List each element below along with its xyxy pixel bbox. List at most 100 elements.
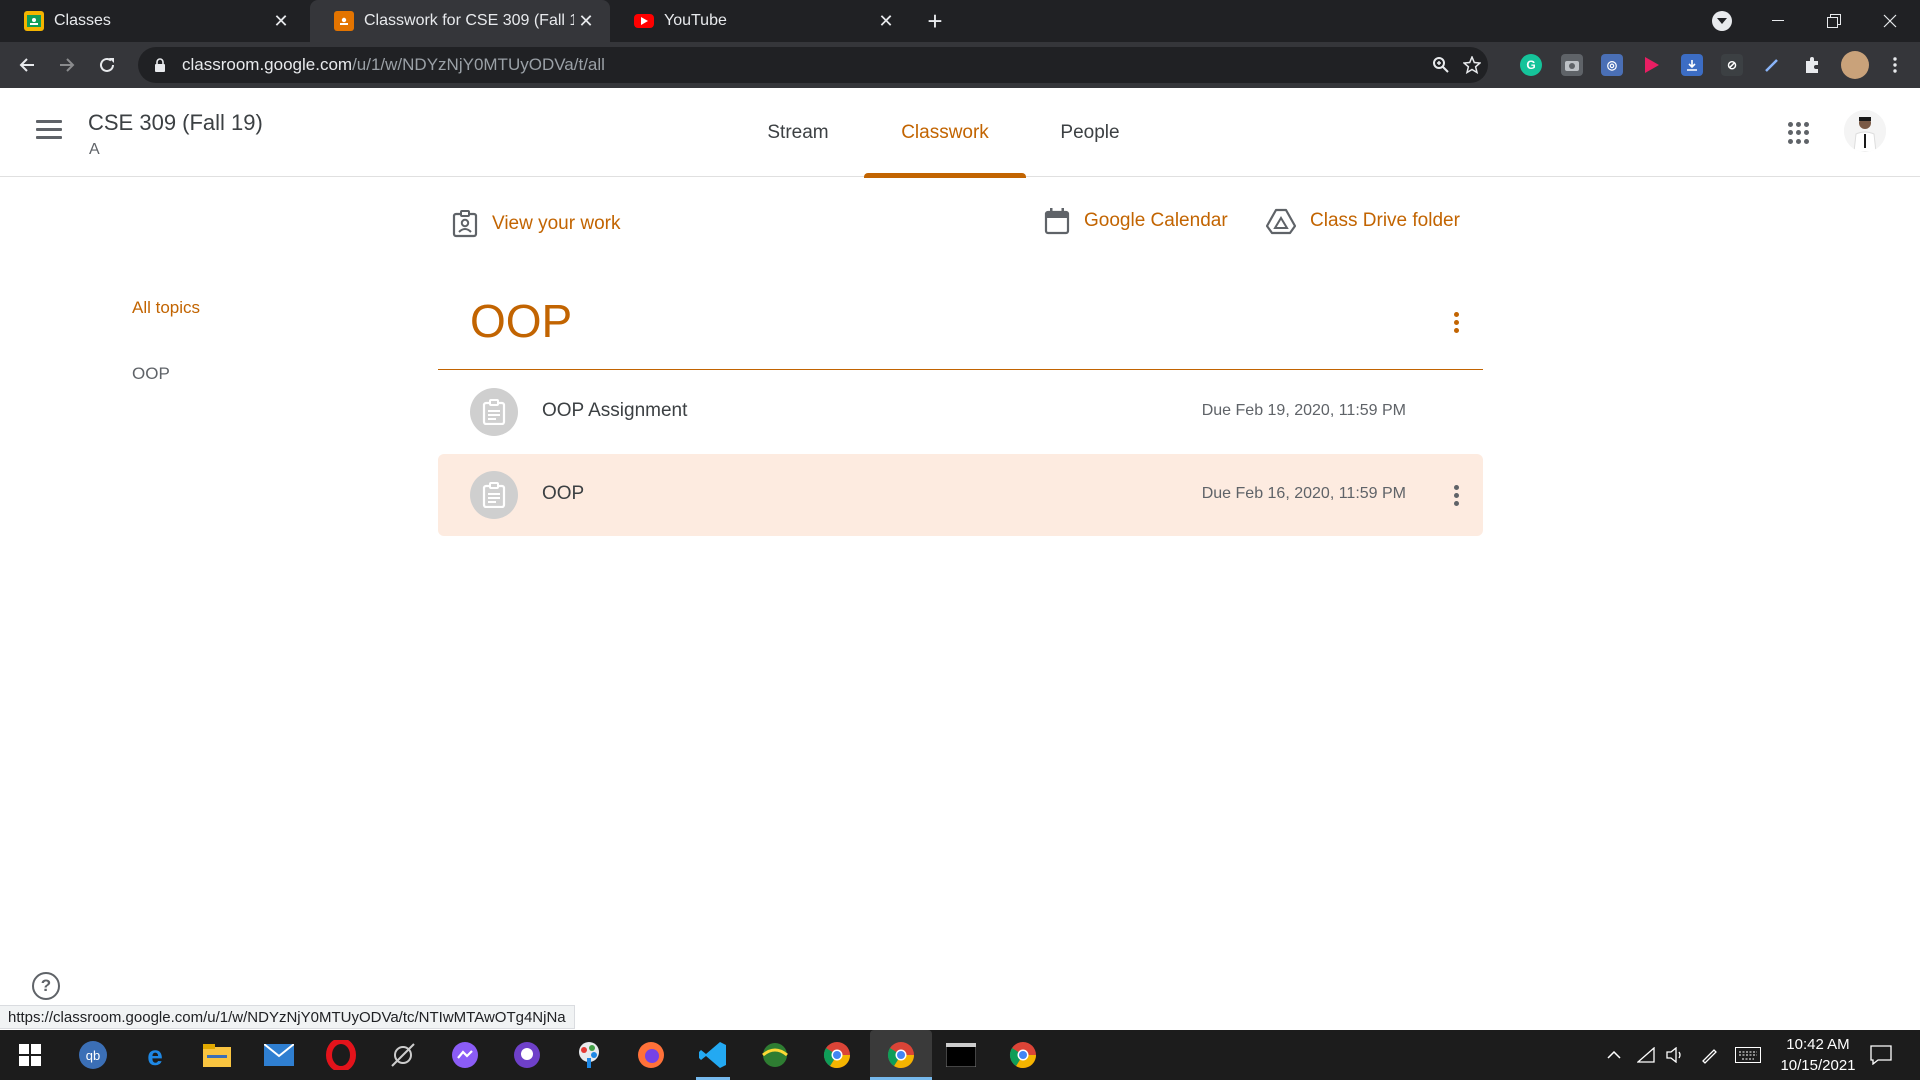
back-icon[interactable] (11, 49, 43, 81)
calendar-icon (1044, 208, 1070, 235)
tab-search-icon[interactable] (1712, 11, 1732, 31)
browser-tab-classes[interactable]: Classes ✕ (0, 0, 305, 42)
vscode-icon[interactable] (696, 1030, 730, 1080)
topic-title: OOP (470, 295, 573, 347)
tab-classwork[interactable]: Classwork (864, 88, 1026, 178)
view-your-work-label: View your work (492, 213, 621, 234)
address-bar[interactable]: classroom.google.com/u/1/w/NDYzNjY0MTUyO… (138, 47, 1488, 83)
network-icon[interactable] (1634, 1030, 1658, 1080)
main-menu-icon[interactable] (36, 120, 62, 140)
satellite-app-icon[interactable] (386, 1038, 420, 1072)
assignment-title[interactable]: OOP Assignment (542, 400, 687, 422)
youtube-favicon-icon (634, 14, 654, 28)
play-extension-icon[interactable] (1641, 54, 1663, 76)
url-text: classroom.google.com/u/1/w/NDYzNjY0MTUyO… (182, 55, 605, 74)
opera-icon[interactable] (324, 1038, 358, 1072)
extension-icon[interactable]: ⊘ (1721, 54, 1743, 76)
chrome-icon[interactable] (820, 1038, 854, 1072)
edge-browser-icon[interactable]: e (138, 1038, 172, 1072)
browser-tab-bar: Classes ✕ Classwork for CSE 309 (Fall 19… (0, 0, 1920, 42)
system-clock[interactable]: 10:42 AM 10/15/2021 (1768, 1034, 1868, 1076)
bookmark-star-icon[interactable] (1462, 55, 1482, 75)
camera-extension-icon[interactable] (1561, 54, 1583, 76)
windows-start-icon[interactable] (13, 1038, 47, 1072)
classroom-header: CSE 309 (Fall 19) A Stream Classwork Peo… (0, 88, 1920, 178)
messenger-icon[interactable] (448, 1038, 482, 1072)
topic-more-options-icon[interactable] (1444, 310, 1468, 334)
terminal-icon[interactable] (944, 1038, 978, 1072)
list-item[interactable]: OOP Due Feb 16, 2020, 11:59 PM (438, 454, 1483, 536)
browser-tab-youtube[interactable]: YouTube ✕ (610, 0, 910, 42)
svg-text:qb: qb (86, 1048, 100, 1063)
classroom-favicon-icon (334, 11, 354, 31)
sidebar-item-oop[interactable]: OOP (132, 364, 170, 384)
volume-icon[interactable] (1663, 1030, 1687, 1080)
extension-icon[interactable]: ◎ (1601, 54, 1623, 76)
clock-time: 10:42 AM (1786, 1036, 1850, 1053)
chrome-active-icon[interactable] (870, 1030, 932, 1080)
tab-title: Classwork for CSE 309 (Fall 19) A (364, 12, 574, 29)
google-drive-icon (1266, 208, 1296, 235)
tab-stream[interactable]: Stream (748, 88, 848, 177)
classroom-favicon-icon (24, 11, 44, 31)
file-explorer-icon[interactable] (200, 1038, 234, 1072)
notifications-icon[interactable] (1866, 1030, 1896, 1080)
help-icon[interactable]: ? (32, 972, 60, 1000)
window-close-icon[interactable] (1862, 0, 1918, 42)
tab-people[interactable]: People (1049, 88, 1131, 177)
pen-workspace-icon[interactable] (1697, 1030, 1721, 1080)
keyboard-icon[interactable] (1733, 1030, 1763, 1080)
google-calendar-label: Google Calendar (1084, 210, 1228, 231)
link-status-bar: https://classroom.google.com/u/1/w/NDYzN… (0, 1005, 575, 1029)
sidebar-item-all-topics[interactable]: All topics (132, 298, 200, 318)
mail-icon[interactable] (262, 1038, 296, 1072)
grammarly-extension-icon[interactable]: G (1520, 54, 1542, 76)
assignment-ind-icon (452, 210, 478, 238)
zoom-icon[interactable] (1431, 55, 1451, 75)
google-calendar-link[interactable]: Google Calendar (1044, 207, 1228, 235)
class-section: A (89, 141, 100, 158)
assignment-icon (470, 388, 518, 436)
download-extension-icon[interactable] (1681, 54, 1703, 76)
browser-toolbar: classroom.google.com/u/1/w/NDYzNjY0MTUyO… (0, 42, 1920, 88)
class-drive-folder-label: Class Drive folder (1310, 210, 1460, 231)
github-desktop-icon[interactable] (510, 1038, 544, 1072)
list-item[interactable]: OOP Assignment Due Feb 19, 2020, 11:59 P… (438, 371, 1483, 453)
browser-tab-classwork[interactable]: Classwork for CSE 309 (Fall 19) A ✕ (310, 0, 610, 42)
view-your-work-link[interactable]: View your work (452, 210, 620, 238)
class-drive-folder-link[interactable]: Class Drive folder (1266, 207, 1460, 235)
assignment-title[interactable]: OOP (542, 483, 584, 505)
restore-icon[interactable] (1806, 0, 1862, 42)
new-tab-button[interactable]: + (920, 6, 950, 36)
pen-extension-icon[interactable] (1761, 54, 1783, 76)
reload-icon[interactable] (91, 49, 123, 81)
minimize-icon[interactable] (1750, 0, 1806, 42)
extensions-puzzle-icon[interactable] (1801, 54, 1823, 76)
clock-date: 10/15/2021 (1780, 1057, 1856, 1074)
svg-text:e: e (147, 1040, 163, 1070)
paint-app-icon[interactable] (572, 1038, 606, 1072)
assignment-due-date: Due Feb 16, 2020, 11:59 PM (1201, 485, 1406, 502)
browser-menu-icon[interactable] (1884, 54, 1906, 76)
show-hidden-icons-icon[interactable] (1602, 1030, 1626, 1080)
tab-close-icon[interactable]: ✕ (574, 9, 598, 33)
windows-taskbar: qb e 10:42 AM 10/15/2021 (0, 1030, 1920, 1080)
item-more-options-icon[interactable] (1444, 483, 1468, 507)
profile-avatar-icon[interactable] (1841, 51, 1869, 79)
lock-icon[interactable] (150, 58, 170, 72)
class-title[interactable]: CSE 309 (Fall 19) (88, 110, 263, 136)
account-avatar[interactable] (1844, 110, 1886, 152)
forward-icon[interactable] (51, 49, 83, 81)
firefox-icon[interactable] (634, 1038, 668, 1072)
topic-header: OOP (438, 280, 1483, 370)
assignment-due-date: Due Feb 19, 2020, 11:59 PM (1201, 402, 1406, 419)
globe-app-icon[interactable] (758, 1038, 792, 1072)
tab-title: Classes (54, 12, 111, 29)
chrome-profile-icon[interactable] (1006, 1038, 1040, 1072)
tab-close-icon[interactable]: ✕ (269, 9, 293, 33)
tab-title: YouTube (664, 12, 727, 29)
google-apps-icon[interactable] (1788, 122, 1810, 144)
tab-close-icon[interactable]: ✕ (874, 9, 898, 33)
quickbooks-icon[interactable]: qb (76, 1038, 110, 1072)
assignment-icon (470, 471, 518, 519)
